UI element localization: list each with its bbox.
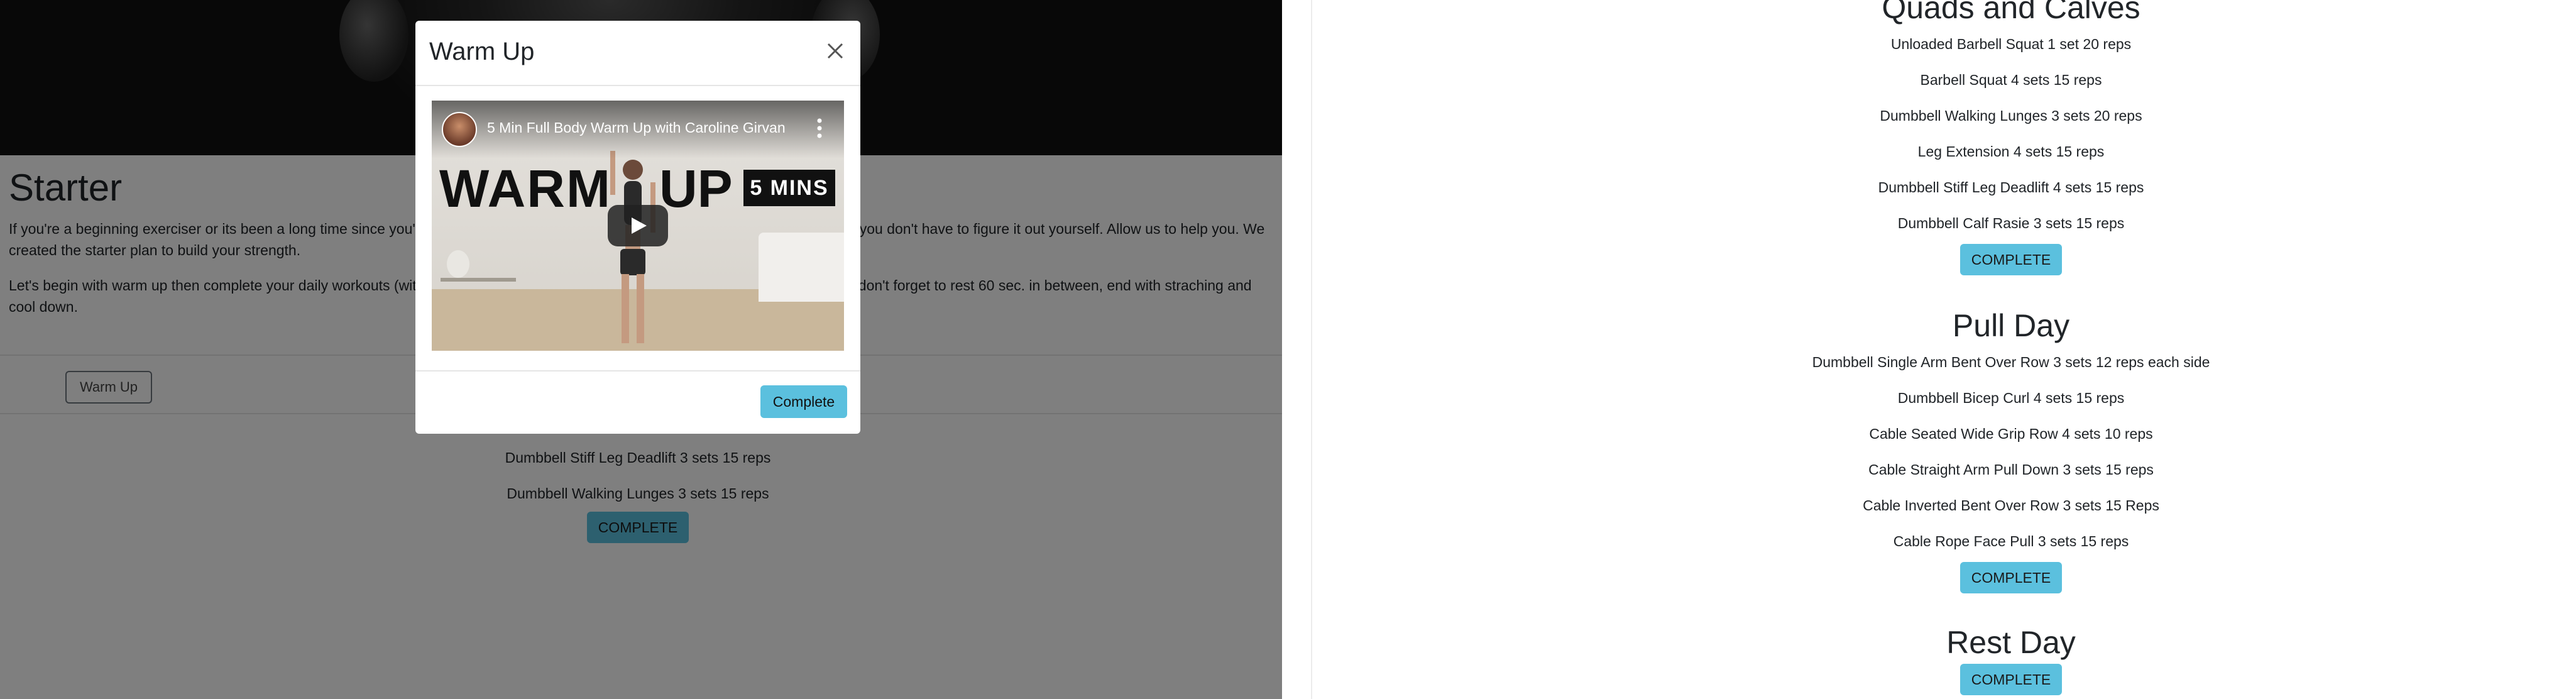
- list-item: Dumbbell Single Arm Bent Over Row 3 sets…: [1812, 354, 2210, 370]
- close-icon: [827, 43, 843, 59]
- modal-title: Warm Up: [429, 38, 535, 65]
- video-big-text: UP: [659, 159, 733, 218]
- modal-divider: [415, 85, 860, 86]
- play-button[interactable]: [608, 205, 668, 246]
- modal-complete-button[interactable]: Complete: [760, 385, 847, 418]
- video-table: [441, 278, 516, 319]
- more-options-icon[interactable]: [810, 116, 829, 141]
- warm-up-modal: Warm Up WARM UP 5 MINS 5 Min Full Body W…: [415, 21, 860, 434]
- video-duration-badge: 5 MINS: [743, 170, 835, 206]
- exercise-list-pull-day: Dumbbell Single Arm Bent Over Row 3 sets…: [1672, 344, 2350, 559]
- video-player[interactable]: WARM UP 5 MINS 5 Min Full Body Warm Up w…: [432, 101, 844, 351]
- play-icon: [632, 217, 647, 234]
- left-pane: Starter If you're a beginning exerciser …: [0, 0, 1282, 699]
- pane-divider: [1311, 0, 1312, 699]
- rest-day-section: Rest Day COMPLETE: [1672, 624, 2350, 695]
- section-title-pull-day: Pull Day: [1952, 308, 2070, 343]
- video-title[interactable]: 5 Min Full Body Warm Up with Caroline Gi…: [487, 117, 795, 138]
- right-pane: Quads and Calves Unloaded Barbell Squat …: [1313, 0, 2576, 699]
- list-item: Leg Extension 4 sets 15 reps: [1917, 143, 2105, 160]
- section-title-rest-day: Rest Day: [1946, 625, 2076, 660]
- section-title-quads: Quads and Calves: [1882, 0, 2140, 25]
- list-item: Dumbbell Calf Rasie 3 sets 15 reps: [1897, 215, 2125, 231]
- video-sofa: [759, 233, 844, 302]
- list-item: Unloaded Barbell Squat 1 set 20 reps: [1890, 36, 2132, 52]
- quads-calves-section: Quads and Calves Unloaded Barbell Squat …: [1672, 0, 2350, 275]
- list-item: Dumbbell Stiff Leg Deadlift 4 sets 15 re…: [1878, 179, 2144, 195]
- list-item: Barbell Squat 4 sets 15 reps: [1920, 72, 2102, 88]
- complete-button-quads[interactable]: COMPLETE: [1959, 244, 2063, 275]
- exercise-list-quads: Unloaded Barbell Squat 1 set 20 reps Bar…: [1672, 26, 2350, 241]
- complete-button-rest-day[interactable]: COMPLETE: [1959, 664, 2063, 695]
- list-item: Dumbbell Walking Lunges 3 sets 20 reps: [1880, 107, 2142, 124]
- close-icon[interactable]: [823, 38, 848, 63]
- channel-avatar[interactable]: [442, 112, 477, 147]
- list-item: Dumbbell Bicep Curl 4 sets 15 reps: [1897, 390, 2125, 406]
- modal-divider: [415, 370, 860, 372]
- complete-button-pull-day[interactable]: COMPLETE: [1959, 562, 2063, 593]
- list-item: Cable Rope Face Pull 3 sets 15 reps: [1893, 533, 2129, 549]
- list-item: Cable Straight Arm Pull Down 3 sets 15 r…: [1868, 461, 2154, 478]
- video-big-text: WARM: [439, 159, 611, 218]
- list-item: Cable Seated Wide Grip Row 4 sets 10 rep…: [1869, 426, 2153, 442]
- list-item: Cable Inverted Bent Over Row 3 sets 15 R…: [1863, 497, 2159, 514]
- video-plant: [447, 250, 469, 278]
- pull-day-section: Pull Day Dumbbell Single Arm Bent Over R…: [1672, 307, 2350, 593]
